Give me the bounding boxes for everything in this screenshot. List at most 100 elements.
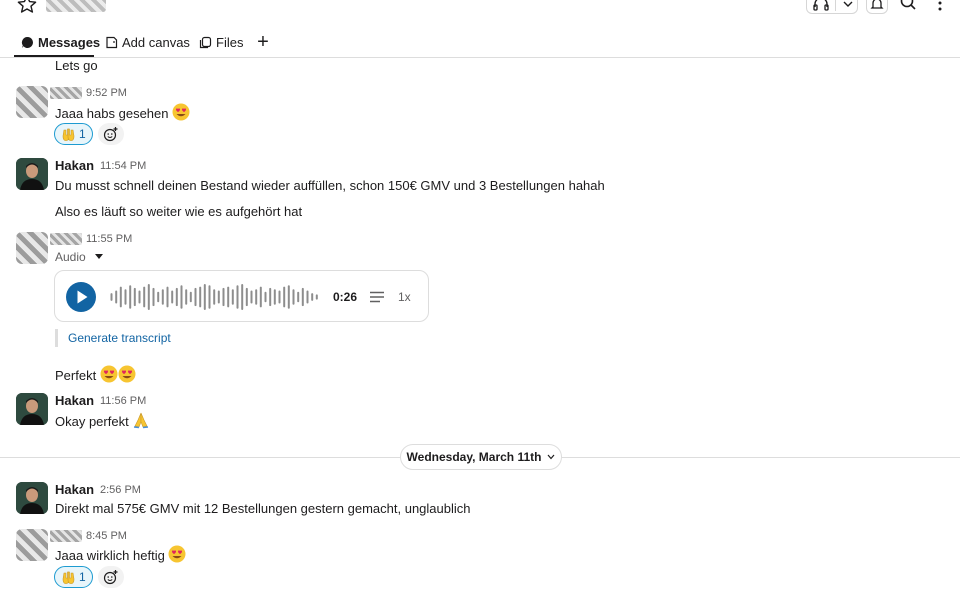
message-text: Direkt mal 575€ GMV mit 12 Bestellungen … bbox=[55, 501, 471, 516]
message-body: Jaaa wirklich heftig bbox=[55, 548, 165, 563]
tab-files[interactable]: Files bbox=[198, 32, 243, 52]
waveform-bar bbox=[171, 290, 174, 304]
message-body: Perfekt bbox=[55, 368, 97, 383]
waveform-bar bbox=[273, 289, 276, 305]
tab-messages-label: Messages bbox=[38, 34, 101, 50]
avatar-hakan[interactable] bbox=[16, 393, 48, 425]
bell-icon bbox=[870, 0, 884, 9]
waveform-bar bbox=[138, 290, 141, 304]
notifications-button[interactable] bbox=[866, 0, 888, 14]
channel-title-redacted[interactable] bbox=[46, 0, 106, 12]
heart-eyes-emoji bbox=[172, 103, 190, 121]
waveform-bar bbox=[231, 289, 234, 305]
reaction-raised-hands[interactable]: 1 bbox=[54, 566, 93, 588]
message-timestamp[interactable]: 11:56 PM bbox=[100, 395, 146, 407]
message-timestamp[interactable]: 11:54 PM bbox=[100, 160, 146, 172]
tab-messages[interactable]: Messages bbox=[20, 32, 100, 52]
reaction-raised-hands[interactable]: 1 bbox=[54, 123, 93, 145]
waveform-bar bbox=[278, 290, 281, 304]
raised-hands-emoji bbox=[62, 128, 75, 141]
chevron-down-icon[interactable] bbox=[843, 0, 853, 8]
waveform-bar bbox=[259, 286, 262, 308]
heart-eyes-emoji bbox=[118, 365, 136, 383]
play-icon bbox=[77, 290, 88, 304]
date-divider-button[interactable]: Wednesday, March 11th bbox=[400, 444, 562, 470]
chevron-down-icon bbox=[548, 454, 555, 460]
sender-name-redacted[interactable] bbox=[50, 530, 82, 542]
avatar-hakan[interactable] bbox=[16, 158, 48, 190]
sender-name-redacted[interactable] bbox=[50, 233, 82, 245]
message-timestamp[interactable]: 11:55 PM bbox=[86, 233, 132, 245]
waveform-bar bbox=[199, 286, 202, 308]
waveform-bar bbox=[255, 289, 258, 305]
waveform-bar bbox=[152, 287, 155, 307]
waveform-bar bbox=[175, 287, 178, 307]
waveform-bar bbox=[133, 287, 136, 307]
playback-speed-button[interactable]: 1x bbox=[398, 290, 411, 304]
channel-tabs: Messages Add canvas Files + bbox=[0, 28, 960, 58]
reaction-count: 1 bbox=[79, 570, 86, 584]
tab-add-canvas[interactable]: Add canvas bbox=[104, 32, 190, 52]
waveform-bar bbox=[301, 287, 304, 307]
message-timestamp[interactable]: 2:56 PM bbox=[100, 484, 141, 496]
generate-transcript-link[interactable]: Generate transcript bbox=[55, 329, 171, 347]
waveform-bar bbox=[110, 293, 113, 301]
raised-hands-emoji bbox=[62, 571, 75, 584]
audio-player: 0:26 1x bbox=[54, 270, 429, 322]
waveform-bar bbox=[147, 284, 150, 310]
waveform-bar bbox=[157, 291, 160, 303]
add-reaction-button[interactable] bbox=[98, 123, 124, 145]
heart-eyes-emoji bbox=[100, 365, 118, 383]
more-vertical-icon[interactable] bbox=[932, 0, 948, 12]
waveform-bar bbox=[311, 293, 314, 301]
audio-collapse-toggle[interactable]: Audio bbox=[55, 250, 104, 264]
message-text: Also es läuft so weiter wie es aufgehört… bbox=[55, 204, 303, 219]
waveform-bar bbox=[306, 290, 309, 304]
add-reaction-button[interactable] bbox=[98, 566, 124, 588]
search-icon[interactable] bbox=[898, 0, 918, 12]
add-tab-button[interactable]: + bbox=[255, 31, 271, 53]
waveform-bar bbox=[227, 286, 230, 308]
waveform-bar bbox=[241, 284, 244, 310]
transcript-lines-icon[interactable] bbox=[370, 291, 384, 303]
avatar[interactable] bbox=[16, 529, 48, 561]
avatar-image bbox=[16, 482, 48, 514]
avatar-hakan[interactable] bbox=[16, 482, 48, 514]
sender-name[interactable]: Hakan bbox=[55, 482, 94, 497]
channel-header bbox=[0, 0, 960, 20]
audio-waveform[interactable] bbox=[110, 283, 320, 311]
message-timestamp[interactable]: 9:52 PM bbox=[86, 87, 127, 99]
waveform-bar bbox=[269, 287, 272, 307]
sender-name[interactable]: Hakan bbox=[55, 158, 94, 173]
waveform-bar bbox=[208, 285, 211, 309]
star-icon[interactable] bbox=[16, 0, 38, 14]
caret-down-icon bbox=[94, 254, 103, 259]
waveform-bar bbox=[213, 289, 216, 305]
play-button[interactable] bbox=[66, 282, 96, 312]
add-reaction-icon bbox=[103, 127, 118, 142]
huddle-button[interactable] bbox=[806, 0, 858, 14]
message-body: Jaaa habs gesehen bbox=[55, 106, 169, 121]
waveform-bar bbox=[189, 291, 192, 303]
sender-name-redacted[interactable] bbox=[50, 87, 82, 99]
message-text: Jaaa wirklich heftig bbox=[55, 545, 186, 564]
message-timestamp[interactable]: 8:45 PM bbox=[86, 530, 127, 542]
waveform-bar bbox=[194, 287, 197, 307]
waveform-bar bbox=[143, 286, 146, 308]
waveform-bar bbox=[124, 289, 127, 305]
waveform-bar bbox=[250, 290, 253, 304]
sender-name[interactable]: Hakan bbox=[55, 393, 94, 408]
message-text: Perfekt bbox=[55, 365, 136, 384]
waveform-bar bbox=[245, 287, 248, 307]
audio-label: Audio bbox=[55, 250, 86, 264]
avatar-image bbox=[16, 393, 48, 425]
folded-hands-emoji bbox=[134, 412, 149, 429]
waveform-bar bbox=[217, 290, 220, 304]
message-text: Okay perfekt bbox=[55, 411, 150, 430]
avatar[interactable] bbox=[16, 86, 48, 118]
message-icon bbox=[20, 35, 34, 49]
avatar-image bbox=[16, 158, 48, 190]
avatar[interactable] bbox=[16, 232, 48, 264]
audio-duration: 0:26 bbox=[333, 290, 358, 304]
headphones-icon bbox=[813, 0, 829, 11]
